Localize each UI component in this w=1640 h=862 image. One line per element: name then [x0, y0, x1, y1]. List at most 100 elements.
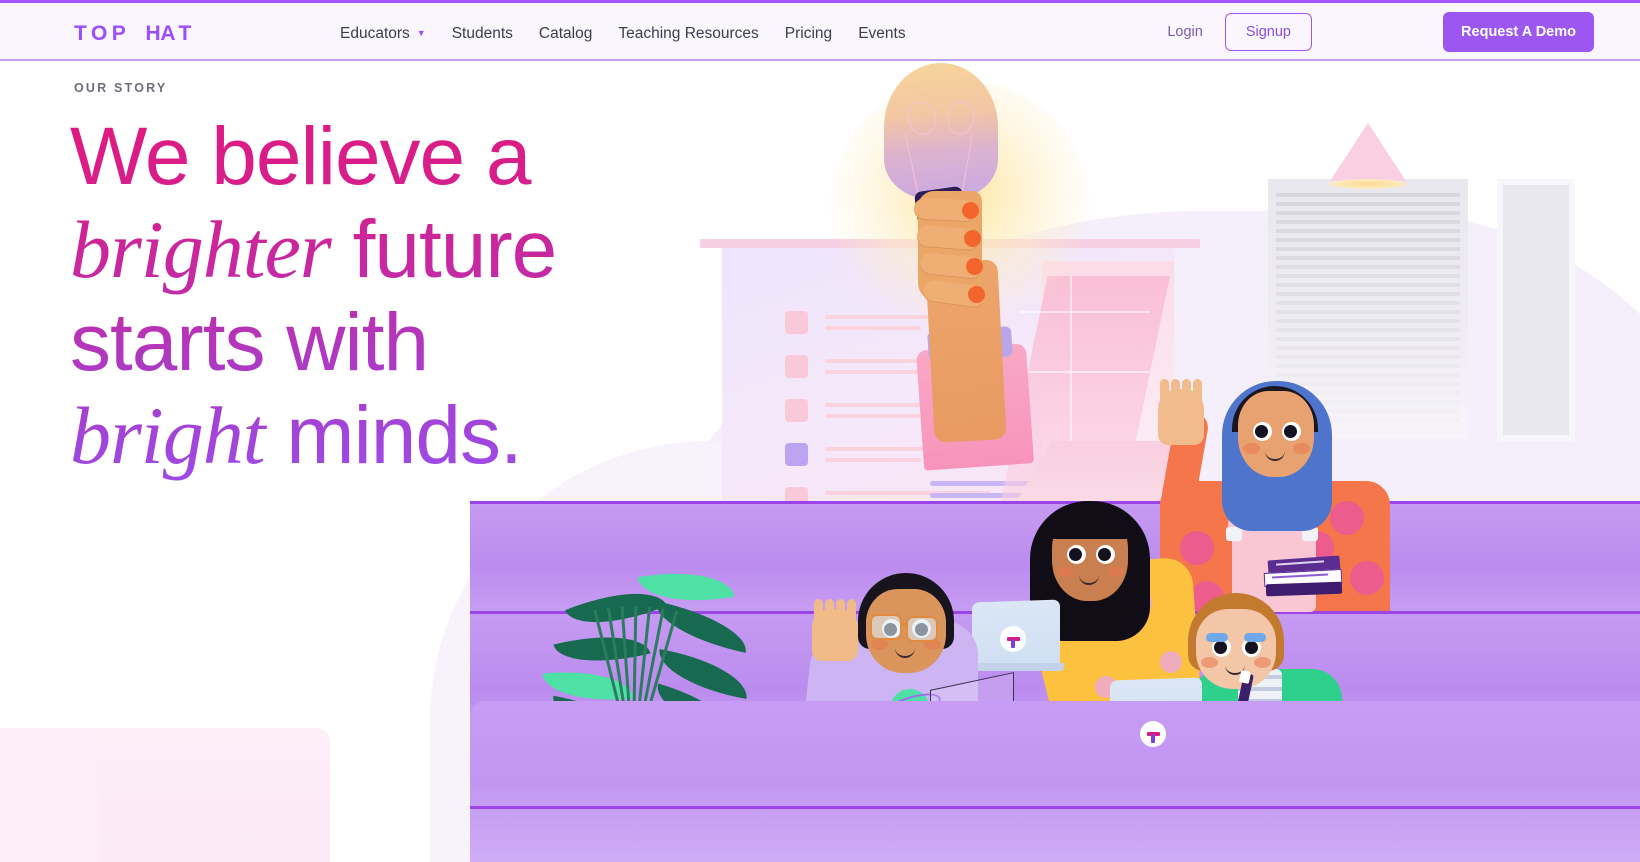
- document-text-line: [1276, 247, 1460, 251]
- document-panel-narrow: [1497, 179, 1575, 441]
- page-title: We believe a brighter future starts with…: [70, 110, 710, 482]
- shirt-dot-3: [1350, 561, 1384, 595]
- nav-item-pricing[interactable]: Pricing: [772, 24, 845, 44]
- shaft-grid-line-h1: [1020, 311, 1150, 313]
- overall-buckle-left: [1226, 527, 1242, 541]
- cheek-right: [1292, 442, 1310, 454]
- hand-finger-0: [814, 599, 823, 625]
- request-demo-wrap: Request A Demo: [1443, 3, 1594, 61]
- eyeshadow-right: [1244, 633, 1266, 642]
- fingernail: [966, 258, 983, 275]
- checklist-line-secondary: [825, 458, 921, 462]
- headline-line-1: We believe a: [70, 111, 531, 202]
- fingernail: [964, 230, 981, 247]
- cheek-left: [1242, 442, 1260, 454]
- checklist-line-secondary: [825, 414, 921, 418]
- nav-item-events[interactable]: Events: [845, 24, 918, 44]
- face: [1196, 609, 1276, 689]
- pink-panel-decor-2: [0, 728, 100, 862]
- top-hat-logo-icon: [1140, 721, 1166, 747]
- document-text-line: [1276, 238, 1460, 242]
- nav-item-label: Events: [858, 24, 906, 42]
- hand-finger-2: [1182, 379, 1191, 407]
- document-text-line: [1276, 364, 1460, 368]
- hand-finger-0: [1160, 379, 1169, 407]
- document-text-line: [1276, 256, 1460, 260]
- document-text-line: [1276, 319, 1460, 323]
- hand-finger-2: [836, 599, 845, 625]
- checklist-checkbox: [785, 355, 808, 378]
- desk-row-front: [470, 701, 1640, 862]
- pendant-lamp-glow: [1328, 179, 1408, 189]
- cheek-right: [1253, 657, 1271, 668]
- document-text-line: [1276, 202, 1460, 206]
- hand-finger-3: [847, 599, 856, 625]
- main-navbar: TOP HAT Educators ▼ Students Catalog Teachin…: [0, 3, 1640, 61]
- nav-item-teaching-resources[interactable]: Teaching Resources: [605, 24, 771, 44]
- hand-finger-1: [825, 599, 834, 625]
- document-text-line: [1276, 220, 1460, 224]
- document-text-line: [1276, 355, 1460, 359]
- cheek-left: [1056, 565, 1074, 577]
- checklist-checkbox: [785, 311, 808, 334]
- pupil-right: [1244, 641, 1258, 654]
- lightbulb-icon: [884, 63, 998, 199]
- nav-item-label: Pricing: [784, 24, 833, 42]
- pendant-lamp-icon: [1330, 123, 1406, 181]
- checklist-line-secondary: [825, 326, 921, 330]
- headline-line-2: future: [330, 204, 557, 295]
- document-text-line: [1276, 337, 1460, 341]
- glasses-bridge: [900, 623, 908, 626]
- document-text-line: [1276, 229, 1460, 233]
- cheek-right: [1106, 565, 1124, 577]
- shirt-dot-0: [1180, 531, 1214, 565]
- nav-auth-actions: Login Signup: [1167, 3, 1312, 61]
- document-text-line: [1276, 346, 1460, 350]
- nav-links: Educators ▼ Students Catalog Teaching Resour…: [340, 23, 919, 44]
- page-eyebrow: OUR STORY: [74, 81, 168, 95]
- fingernail: [968, 286, 985, 303]
- shaft-grid-line-h2: [1014, 371, 1150, 373]
- document-text-line: [1276, 193, 1460, 197]
- laptop-base: [966, 663, 1064, 671]
- document-text-line: [1276, 274, 1460, 278]
- document-text-line: [1276, 211, 1460, 215]
- headline-line-3: starts with: [70, 297, 429, 388]
- face: [1238, 391, 1314, 477]
- nav-item-label: Catalog: [538, 24, 593, 42]
- nav-item-students[interactable]: Students: [439, 24, 526, 44]
- nav-item-label: Educators: [340, 25, 410, 42]
- headline-line-4: minds.: [264, 390, 522, 481]
- shirt-dot-2: [1330, 501, 1364, 535]
- eyeshadow-left: [1206, 633, 1228, 642]
- fingernail: [962, 202, 979, 219]
- badge-crown: [1011, 639, 1015, 648]
- chevron-down-icon: ▼: [416, 28, 426, 38]
- top-accent-bar: [0, 0, 1640, 3]
- nav-item-label: Students: [451, 24, 513, 42]
- signup-button[interactable]: Signup: [1224, 13, 1312, 51]
- desk-edge-line-front: [470, 806, 1640, 809]
- checklist-checkbox: [785, 399, 808, 422]
- document-text-line: [1276, 382, 1460, 386]
- document-text-line: [1276, 373, 1460, 377]
- page-root: OUR STORY We believe a brighter future s…: [0, 0, 1640, 862]
- nav-item-educators[interactable]: Educators ▼: [340, 23, 439, 44]
- logo-flipped-h: H: [140, 22, 161, 45]
- checklist-checkbox: [785, 443, 808, 466]
- desk-edge-line-back: [470, 501, 1640, 504]
- document-text-line: [1276, 283, 1460, 287]
- nav-item-catalog[interactable]: Catalog: [526, 24, 605, 44]
- top-hat-logo-icon: [1000, 626, 1026, 652]
- floral-motif-2: [1160, 651, 1182, 673]
- login-link[interactable]: Login: [1167, 24, 1202, 40]
- request-demo-button[interactable]: Request A Demo: [1443, 12, 1594, 52]
- headline-italic-brighter: brighter: [70, 204, 331, 295]
- nav-item-label: Teaching Resources: [618, 24, 759, 42]
- cheek-left: [1200, 657, 1218, 668]
- logo[interactable]: TOP HAT: [74, 22, 196, 46]
- hand-finger-3: [1193, 379, 1202, 407]
- glasses-lens-left: [870, 614, 902, 640]
- document-text-line: [1276, 310, 1460, 314]
- badge-crown: [1151, 734, 1155, 743]
